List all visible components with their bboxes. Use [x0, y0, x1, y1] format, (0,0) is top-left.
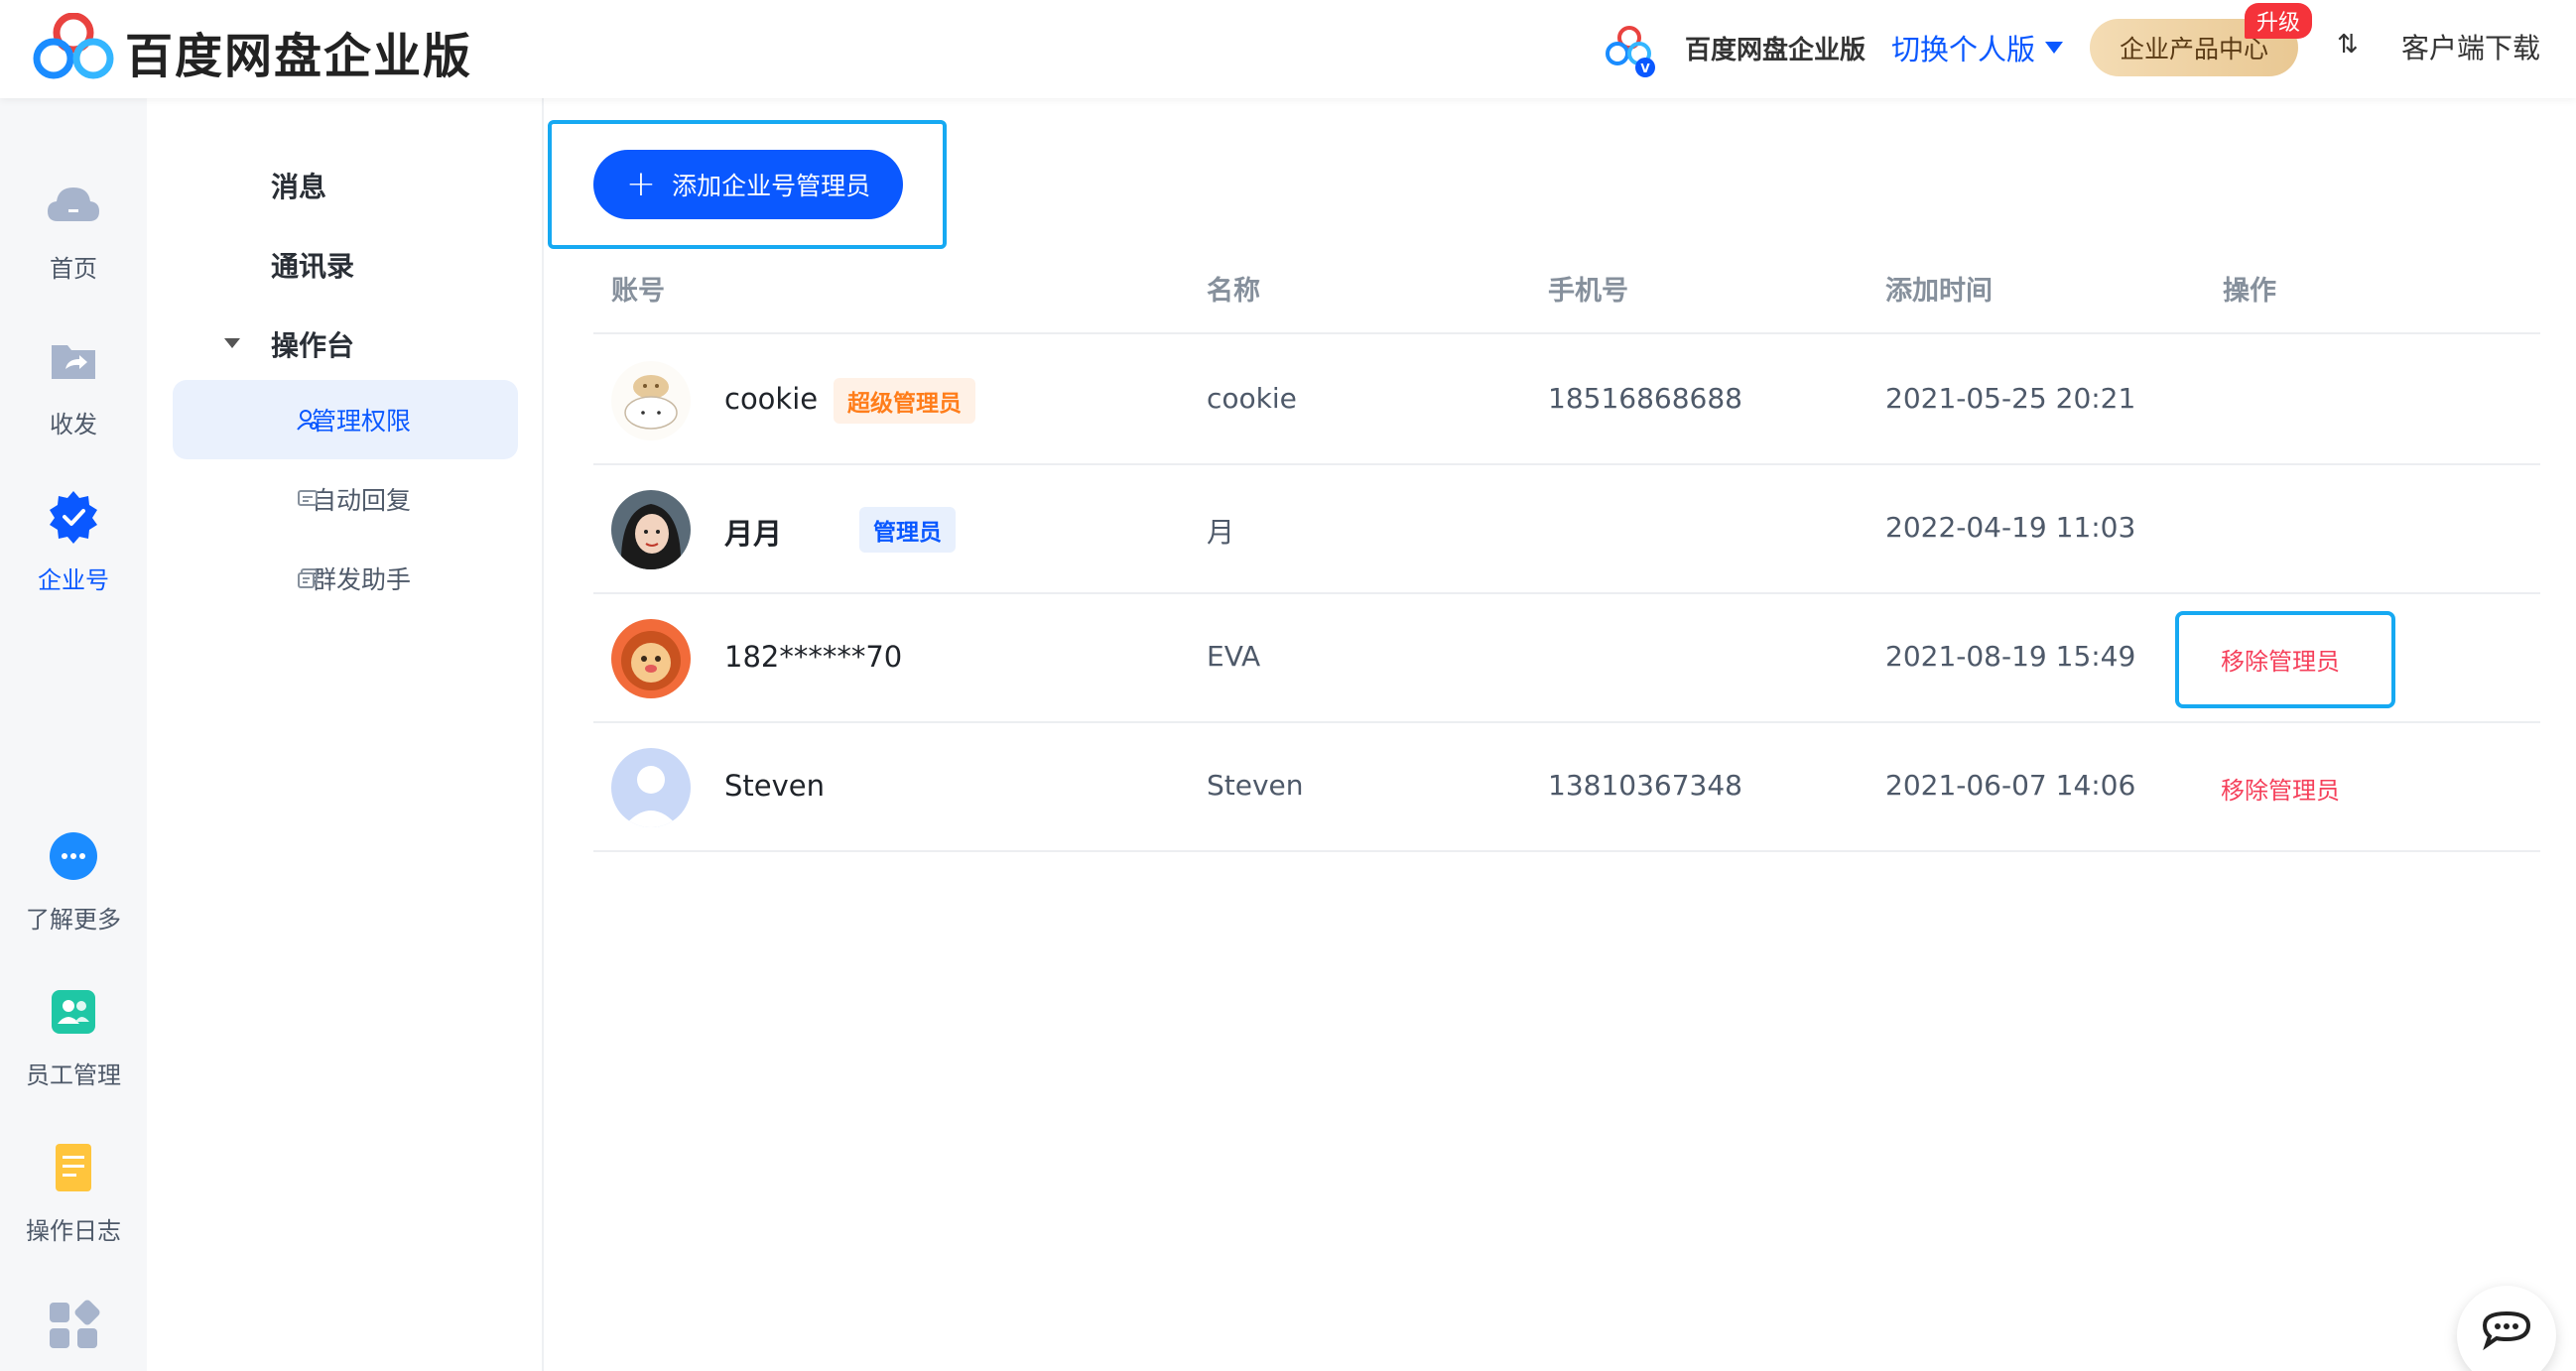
- nav-item-console[interactable]: 操作台: [271, 324, 354, 364]
- sub-navigation: 消息 通讯录 操作台 管理权限 自动回复 群发助手: [147, 98, 544, 1371]
- nav-subitem-label: 群发助手: [312, 565, 412, 594]
- account-name: 月月: [724, 517, 783, 551]
- column-header-action: 操作: [2223, 276, 2276, 307]
- avatar: [611, 619, 691, 698]
- rail-label: 了解更多: [26, 906, 121, 934]
- rail-item-enterprise[interactable]: 企业号: [0, 489, 147, 595]
- phone-number: 13810367348: [1548, 769, 1742, 802]
- enterprise-badge-icon: V: [1606, 26, 1655, 77]
- remove-admin-button[interactable]: 移除管理员: [2221, 771, 2340, 806]
- apps-grid-icon[interactable]: [44, 1299, 103, 1354]
- remove-admin-button[interactable]: 移除管理员: [2221, 642, 2340, 677]
- brand-title: 百度网盘企业版: [125, 29, 473, 84]
- nav-subitem-broadcast[interactable]: 群发助手: [173, 539, 518, 618]
- rail-label: 收发: [50, 411, 97, 438]
- nav-item-contacts[interactable]: 通讯录: [271, 245, 354, 285]
- employee-icon: [52, 990, 95, 1034]
- add-admin-button[interactable]: + 添加企业号管理员: [593, 150, 903, 219]
- verified-badge-icon: [50, 491, 97, 544]
- nav-subitem-label: 自动回复: [312, 486, 412, 515]
- chat-support-button[interactable]: [2457, 1286, 2556, 1371]
- rail-item-employees[interactable]: 员工管理: [0, 984, 147, 1090]
- add-admin-label: 添加企业号管理员: [672, 172, 871, 200]
- cloud-icon: [48, 187, 99, 221]
- left-rail: 首页 收发 企业号 了解更多 员工管理 操作日志: [0, 98, 147, 1371]
- rail-label: 企业号: [38, 566, 109, 594]
- nav-item-messages[interactable]: 消息: [271, 166, 326, 205]
- chevron-down-icon: [2045, 42, 2064, 54]
- rail-label: 操作日志: [26, 1217, 121, 1245]
- client-download-link[interactable]: 客户端下载: [2401, 27, 2540, 66]
- baidu-netdisk-logo[interactable]: [32, 13, 115, 82]
- broadcast-icon: [298, 568, 318, 588]
- display-name: Steven: [1207, 769, 1304, 802]
- avatar: [611, 748, 691, 827]
- rail-item-logs[interactable]: 操作日志: [0, 1140, 147, 1246]
- column-header-name: 名称: [1207, 276, 1260, 307]
- super-admin-badge: 超级管理员: [834, 378, 975, 424]
- rail-item-learn-more[interactable]: 了解更多: [0, 828, 147, 935]
- phone-number: 18516868688: [1548, 382, 1742, 415]
- added-time: 2021-08-19 15:49: [1885, 640, 2136, 673]
- admin-badge: 管理员: [859, 507, 956, 553]
- nav-subitem-label: 管理权限: [312, 407, 412, 436]
- table-row: Steven Steven 13810367348 2021-06-07 14:…: [593, 723, 2540, 852]
- account-name: Steven: [724, 769, 826, 803]
- switch-personal-label: 切换个人版: [1891, 33, 2036, 66]
- plus-icon: +: [625, 164, 657, 204]
- nav-subitem-admin-permissions[interactable]: 管理权限: [173, 380, 518, 459]
- switch-personal-dropdown[interactable]: 切换个人版: [1891, 27, 2064, 68]
- avatar: [611, 361, 691, 440]
- admin-user-icon: [297, 410, 318, 431]
- display-name: cookie: [1207, 382, 1297, 415]
- display-name: 月: [1207, 516, 1235, 549]
- display-name: EVA: [1207, 640, 1261, 673]
- caret-down-icon[interactable]: [224, 338, 240, 348]
- avatar: [611, 490, 691, 569]
- account-name: cookie: [724, 382, 819, 416]
- rail-label: 首页: [50, 255, 97, 283]
- chat-bubble-icon: [2482, 1310, 2531, 1351]
- added-time: 2021-06-07 14:06: [1885, 769, 2136, 802]
- column-header-added-time: 添加时间: [1885, 276, 1993, 307]
- upgrade-badge: 升级: [2245, 3, 2313, 39]
- column-header-phone: 手机号: [1548, 276, 1628, 307]
- main-content: + 添加企业号管理员 账号 名称 手机号 添加时间 操作 cookie 超级管理…: [546, 98, 2576, 1371]
- column-header-account: 账号: [611, 276, 665, 307]
- log-document-icon: [56, 1144, 91, 1191]
- share-folder-icon: [52, 345, 95, 379]
- table-row: cookie 超级管理员 cookie 18516868688 2021-05-…: [593, 336, 2540, 465]
- added-time: 2022-04-19 11:03: [1885, 511, 2136, 544]
- enterprise-name: 百度网盘企业版: [1685, 36, 1867, 65]
- rail-item-home[interactable]: 首页: [0, 178, 147, 284]
- more-dots-icon: [50, 832, 97, 880]
- auto-reply-icon: [298, 490, 318, 506]
- table-row: 月月 管理员 月 2022-04-19 11:03: [593, 465, 2540, 594]
- svg-text:V: V: [1640, 62, 1650, 75]
- table-header: 账号 名称 手机号 添加时间 操作: [593, 269, 2540, 334]
- nav-subitem-auto-reply[interactable]: 自动回复: [173, 459, 518, 539]
- added-time: 2021-05-25 20:21: [1885, 382, 2136, 415]
- account-name: 182******70: [724, 640, 903, 674]
- rail-label: 员工管理: [26, 1061, 121, 1089]
- rail-item-transfer[interactable]: 收发: [0, 333, 147, 439]
- table-row: 182******70 EVA 2021-08-19 15:49 移除管理员: [593, 594, 2540, 723]
- sort-toggle-icon[interactable]: ⇅: [2337, 30, 2359, 60]
- top-bar: 百度网盘企业版 V 百度网盘企业版 切换个人版 企业产品中心 升级 ⇅ 客户端下…: [0, 0, 2576, 98]
